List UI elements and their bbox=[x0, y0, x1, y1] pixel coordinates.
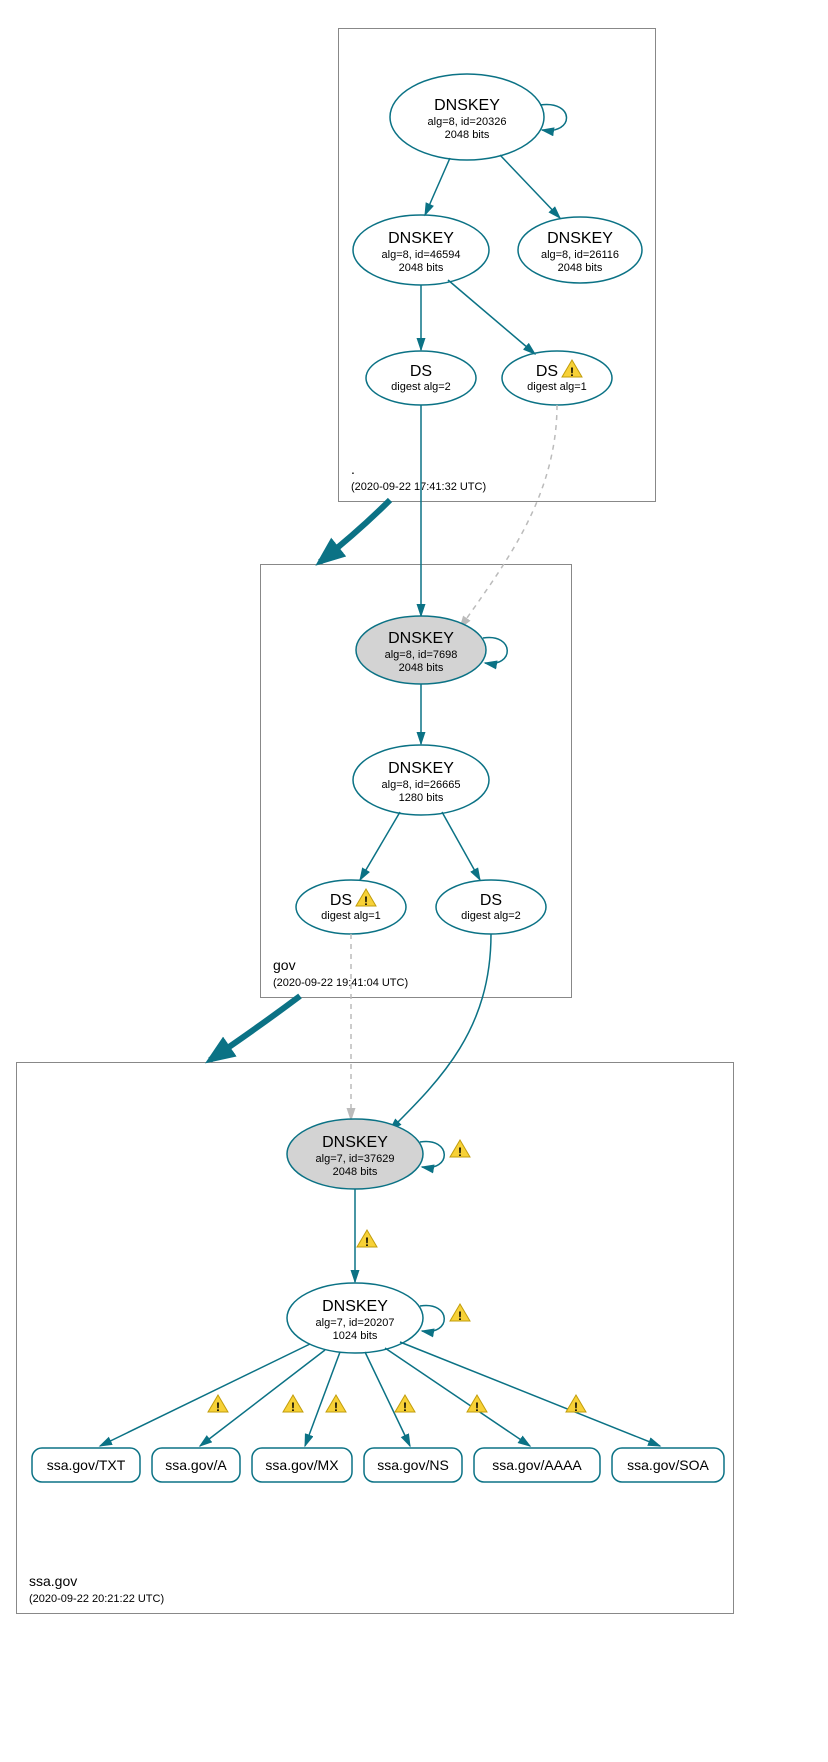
dnskey-node-ssa-ksk[interactable]: DNSKEY alg=7, id=37629 2048 bits bbox=[287, 1119, 423, 1189]
zone-link-arrow bbox=[210, 996, 300, 1060]
svg-text:DNSKEY: DNSKEY bbox=[547, 230, 613, 247]
svg-text:1024 bits: 1024 bits bbox=[333, 1330, 378, 1342]
dnskey-node-gov-ksk[interactable]: DNSKEY alg=8, id=7698 2048 bits bbox=[356, 616, 486, 684]
warning-icon: ! bbox=[566, 1395, 586, 1414]
svg-text:DNSKEY: DNSKEY bbox=[388, 760, 454, 777]
dnskey-node-root-ksk[interactable]: DNSKEY alg=8, id=20326 2048 bits bbox=[390, 74, 544, 160]
svg-text:DS: DS bbox=[330, 892, 352, 909]
dnskey-node[interactable]: DNSKEY alg=8, id=26665 1280 bits bbox=[353, 745, 489, 815]
warning-icon: ! bbox=[467, 1395, 487, 1414]
warning-icon: ! bbox=[357, 1230, 377, 1249]
ds-node-warn[interactable]: DS digest alg=1 bbox=[296, 880, 406, 934]
svg-text:!: ! bbox=[458, 1309, 462, 1323]
svg-text:DS: DS bbox=[480, 892, 502, 909]
svg-text:!: ! bbox=[216, 1400, 220, 1414]
svg-text:DNSKEY: DNSKEY bbox=[388, 230, 454, 247]
edge bbox=[100, 1344, 310, 1446]
ds-node[interactable]: DS digest alg=2 bbox=[366, 351, 476, 405]
edge bbox=[360, 812, 400, 880]
svg-text:alg=7, id=20207: alg=7, id=20207 bbox=[316, 1317, 395, 1329]
svg-text:2048 bits: 2048 bits bbox=[558, 262, 603, 274]
svg-text:DNSKEY: DNSKEY bbox=[434, 97, 500, 114]
svg-text:DNSKEY: DNSKEY bbox=[322, 1298, 388, 1315]
edge-dashed bbox=[460, 405, 557, 628]
dnskey-node[interactable]: DNSKEY alg=8, id=46594 2048 bits bbox=[353, 215, 489, 285]
svg-text:ssa.gov/NS: ssa.gov/NS bbox=[377, 1457, 449, 1473]
warning-icon: ! bbox=[283, 1395, 303, 1414]
svg-text:digest alg=1: digest alg=1 bbox=[527, 381, 587, 393]
svg-text:!: ! bbox=[570, 365, 574, 379]
svg-text:1280 bits: 1280 bits bbox=[399, 792, 444, 804]
edge bbox=[425, 158, 450, 215]
dnskey-node[interactable]: DNSKEY alg=8, id=26116 2048 bits bbox=[518, 217, 642, 283]
ds-node-warn[interactable]: DS digest alg=1 bbox=[502, 351, 612, 405]
svg-text:digest alg=1: digest alg=1 bbox=[321, 910, 381, 922]
svg-text:2048 bits: 2048 bits bbox=[333, 1166, 378, 1178]
warning-icon: ! bbox=[450, 1304, 470, 1323]
svg-text:ssa.gov/AAAA: ssa.gov/AAAA bbox=[492, 1457, 582, 1473]
svg-text:alg=8, id=7698: alg=8, id=7698 bbox=[385, 649, 458, 661]
warning-icon: ! bbox=[450, 1140, 470, 1159]
ds-node[interactable]: DS digest alg=2 bbox=[436, 880, 546, 934]
svg-text:DS: DS bbox=[536, 363, 558, 380]
svg-text:alg=8, id=46594: alg=8, id=46594 bbox=[382, 249, 461, 261]
svg-text:ssa.gov/A: ssa.gov/A bbox=[165, 1457, 227, 1473]
svg-text:ssa.gov/SOA: ssa.gov/SOA bbox=[627, 1457, 709, 1473]
svg-text:digest alg=2: digest alg=2 bbox=[391, 381, 451, 393]
svg-text:alg=8, id=26665: alg=8, id=26665 bbox=[382, 779, 461, 791]
svg-text:2048 bits: 2048 bits bbox=[399, 262, 444, 274]
svg-text:!: ! bbox=[364, 894, 368, 908]
svg-text:alg=8, id=20326: alg=8, id=20326 bbox=[428, 116, 507, 128]
svg-text:alg=8, id=26116: alg=8, id=26116 bbox=[541, 249, 619, 261]
svg-text:2048 bits: 2048 bits bbox=[445, 129, 490, 141]
warning-icon: ! bbox=[326, 1395, 346, 1414]
svg-text:!: ! bbox=[475, 1400, 479, 1414]
svg-text:ssa.gov/MX: ssa.gov/MX bbox=[265, 1457, 339, 1473]
svg-text:ssa.gov/TXT: ssa.gov/TXT bbox=[47, 1457, 126, 1473]
edge bbox=[442, 812, 480, 880]
svg-text:!: ! bbox=[458, 1145, 462, 1159]
svg-text:!: ! bbox=[334, 1400, 338, 1414]
svg-text:!: ! bbox=[365, 1235, 369, 1249]
svg-text:alg=7, id=37629: alg=7, id=37629 bbox=[316, 1153, 395, 1165]
warning-icon: ! bbox=[395, 1395, 415, 1414]
diagram-svg: DNSKEY alg=8, id=20326 2048 bits DNSKEY … bbox=[0, 0, 828, 1762]
svg-text:DNSKEY: DNSKEY bbox=[322, 1134, 388, 1151]
svg-text:!: ! bbox=[403, 1400, 407, 1414]
svg-text:2048 bits: 2048 bits bbox=[399, 662, 444, 674]
svg-text:DNSKEY: DNSKEY bbox=[388, 630, 454, 647]
svg-text:!: ! bbox=[291, 1400, 295, 1414]
edge bbox=[448, 280, 535, 354]
zone-link-arrow bbox=[320, 500, 390, 562]
edge bbox=[390, 934, 491, 1130]
edge bbox=[400, 1342, 660, 1446]
warning-icon: ! bbox=[208, 1395, 228, 1414]
edge bbox=[500, 155, 560, 218]
svg-text:!: ! bbox=[574, 1400, 578, 1414]
svg-text:digest alg=2: digest alg=2 bbox=[461, 910, 521, 922]
svg-text:DS: DS bbox=[410, 363, 432, 380]
